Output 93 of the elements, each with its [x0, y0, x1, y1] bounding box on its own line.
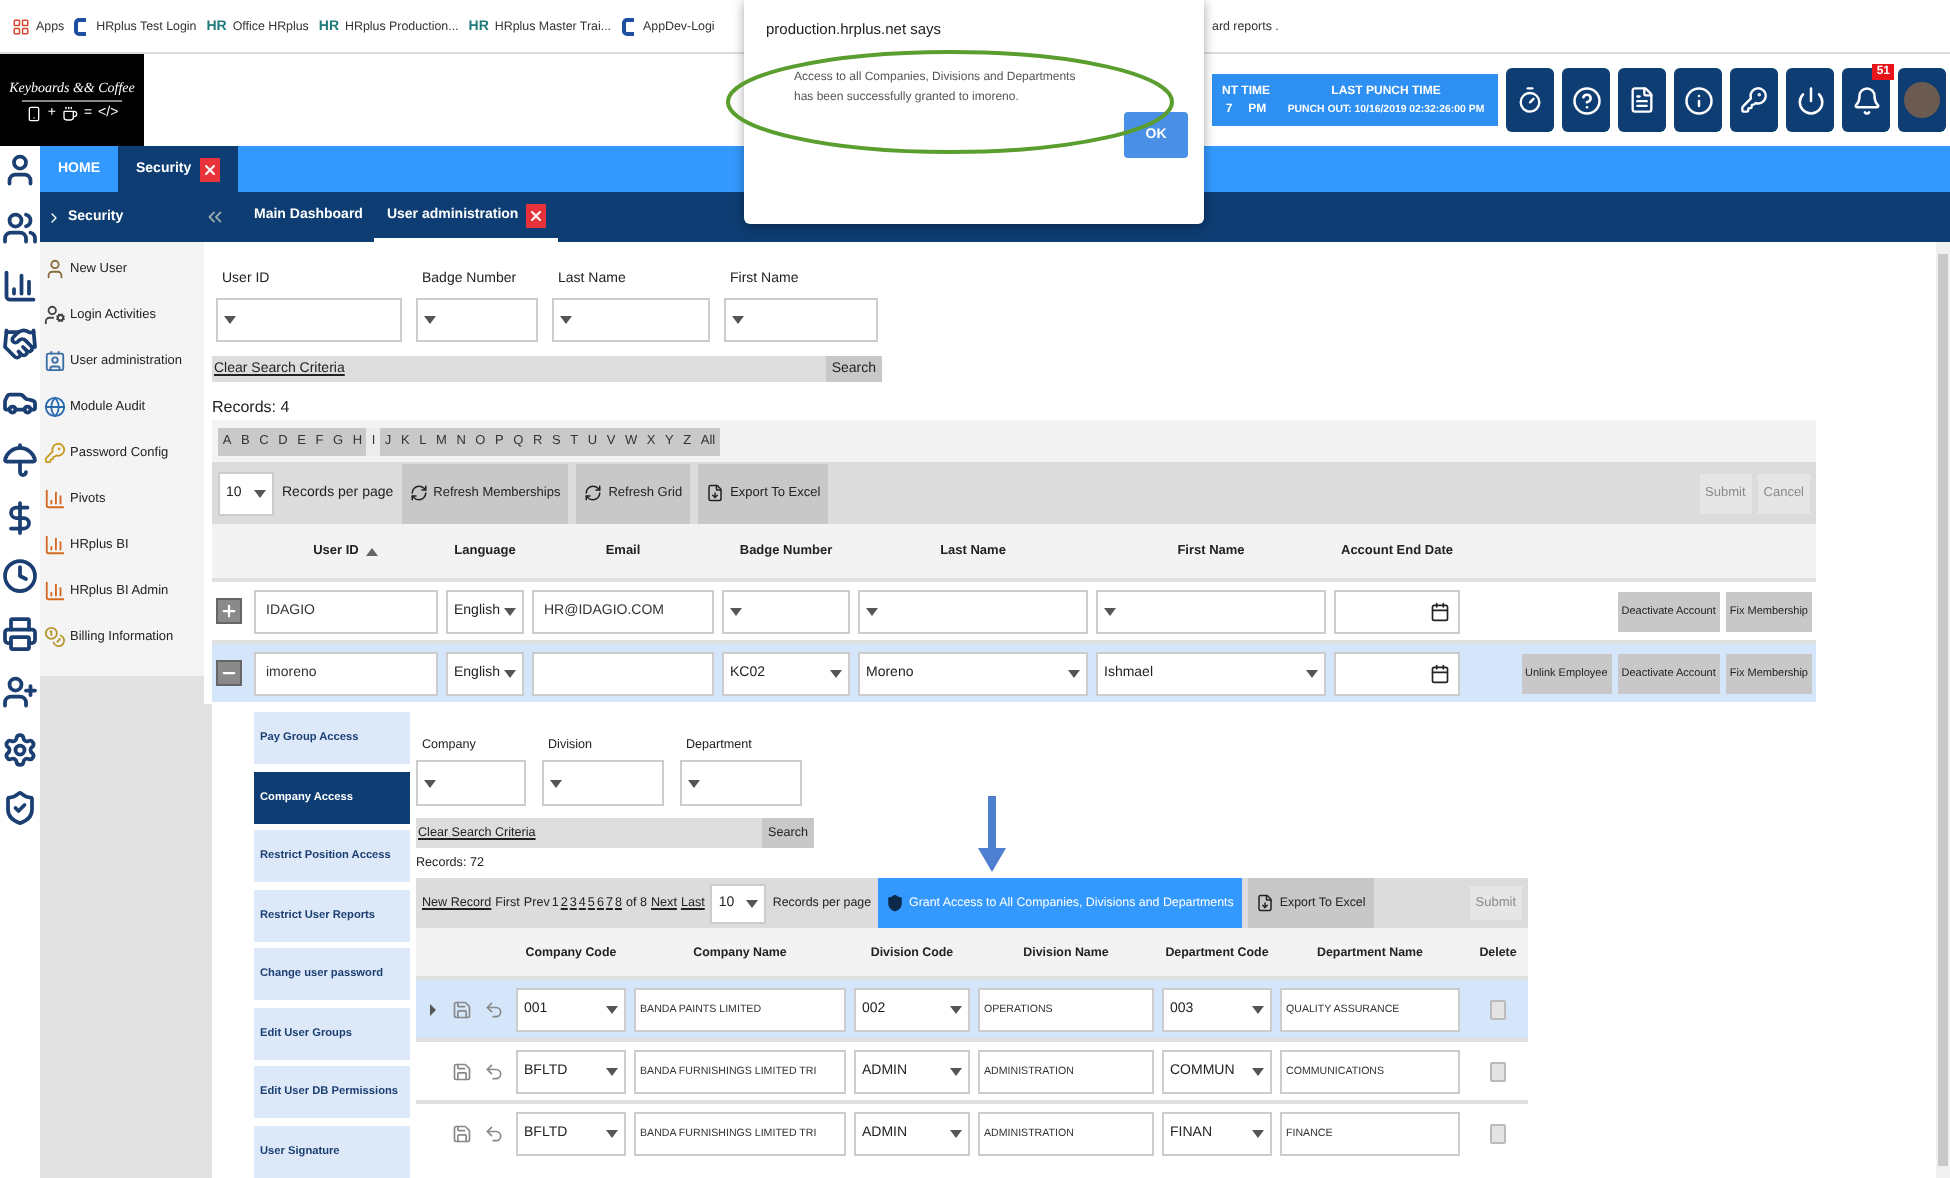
user-gear-icon: [44, 304, 66, 326]
apps-grid-icon: [12, 17, 30, 35]
caret-icon: [830, 669, 842, 678]
printer-icon[interactable]: [2, 616, 38, 652]
date-field[interactable]: [1334, 651, 1460, 696]
calendar-icon: [1430, 601, 1450, 622]
help-icon: [1571, 85, 1601, 115]
download-icon: [1255, 894, 1274, 913]
header-icon-button[interactable]: [1674, 68, 1722, 132]
caret-icon: [560, 316, 572, 324]
undo-icon[interactable]: [484, 1061, 504, 1082]
coffee-icon: [61, 105, 78, 121]
caret-icon: [1252, 1005, 1264, 1014]
caret-icon: [688, 779, 700, 788]
power-icon: [1795, 85, 1825, 115]
phone-icon: [25, 105, 42, 121]
timer-icon: [1516, 86, 1544, 114]
id-card-icon: [44, 350, 66, 372]
collapse-icon[interactable]: [204, 206, 226, 228]
delete-checkbox[interactable]: [1490, 1061, 1506, 1082]
globe-icon: [44, 396, 66, 418]
undo-icon[interactable]: [484, 999, 504, 1020]
undo-icon[interactable]: [484, 1123, 504, 1144]
down-arrow-icon: [978, 796, 1006, 873]
caret-icon: [550, 779, 562, 788]
save-icon[interactable]: [452, 1123, 472, 1144]
caret-icon: [606, 1067, 618, 1076]
caret-icon: [504, 607, 516, 616]
caret-icon: [1252, 1067, 1264, 1076]
caret-icon: [504, 669, 516, 678]
bar-chart-icon[interactable]: [2, 268, 38, 304]
caret-icon: [950, 1005, 962, 1014]
header-icon-button[interactable]: [1730, 68, 1778, 132]
caret-icon: [746, 899, 759, 908]
expand-toggle-button[interactable]: [216, 660, 242, 687]
plus-icon: [220, 602, 238, 621]
close-icon[interactable]: [526, 203, 547, 227]
caret-icon: [224, 316, 236, 324]
caret-icon: [606, 1129, 618, 1138]
shield-icon: [885, 894, 904, 913]
calendar-icon: [1430, 663, 1450, 684]
key-icon: [44, 442, 66, 464]
users-icon[interactable]: [2, 210, 38, 246]
user-icon[interactable]: [2, 152, 38, 188]
records-count: 4: [280, 397, 290, 416]
header-icon-button[interactable]: [1562, 68, 1610, 132]
chevron-right-icon: [46, 209, 62, 225]
user-icon: [44, 258, 66, 280]
clock-icon[interactable]: [2, 558, 38, 594]
header-icon-button[interactable]: [1786, 68, 1834, 132]
close-icon[interactable]: [199, 157, 220, 181]
caret-icon: [950, 1067, 962, 1076]
download-icon: [706, 484, 725, 503]
delete-checkbox[interactable]: [1490, 1123, 1506, 1144]
save-icon[interactable]: [452, 999, 472, 1020]
save-icon[interactable]: [452, 1061, 472, 1082]
caret-icon: [866, 607, 878, 616]
records-label: Records:: [212, 397, 277, 416]
settings-icon[interactable]: [2, 732, 38, 768]
caret-icon: [730, 607, 742, 616]
umbrella-icon[interactable]: [2, 442, 38, 478]
header-icon-button[interactable]: [1506, 68, 1554, 132]
caret-icon: [424, 316, 436, 324]
handshake-icon[interactable]: [2, 326, 38, 362]
caret-icon: [606, 1005, 618, 1014]
date-field[interactable]: [1334, 589, 1460, 634]
document-icon: [1628, 86, 1656, 114]
header-icon-button[interactable]: [1618, 68, 1666, 132]
row-pointer-icon: [429, 1003, 435, 1016]
avatar-placeholder: [1904, 82, 1940, 118]
caret-icon: [1068, 669, 1080, 678]
coins-icon: [44, 626, 66, 648]
delete-checkbox[interactable]: [1490, 999, 1506, 1020]
caret-icon: [1104, 607, 1116, 616]
caret-icon: [1252, 1129, 1264, 1138]
bar-chart-icon: [44, 534, 66, 556]
caret-icon: [424, 779, 436, 788]
caret-icon: [254, 489, 266, 498]
shield-icon[interactable]: [2, 790, 38, 826]
bell-icon: [1851, 85, 1881, 115]
caret-icon: [732, 316, 744, 324]
refresh-icon: [584, 484, 603, 503]
bar-chart-icon: [44, 580, 66, 602]
user-plus-icon[interactable]: [2, 674, 38, 710]
key-icon: [1740, 86, 1768, 114]
email-field[interactable]: [532, 651, 714, 696]
expand-toggle-button[interactable]: [216, 598, 242, 625]
refresh-icon: [409, 484, 428, 503]
caret-icon: [950, 1129, 962, 1138]
info-icon: [1683, 85, 1713, 115]
scrollbar[interactable]: [1936, 242, 1950, 1178]
bar-chart-icon: [44, 488, 66, 510]
caret-icon: [1306, 669, 1318, 678]
